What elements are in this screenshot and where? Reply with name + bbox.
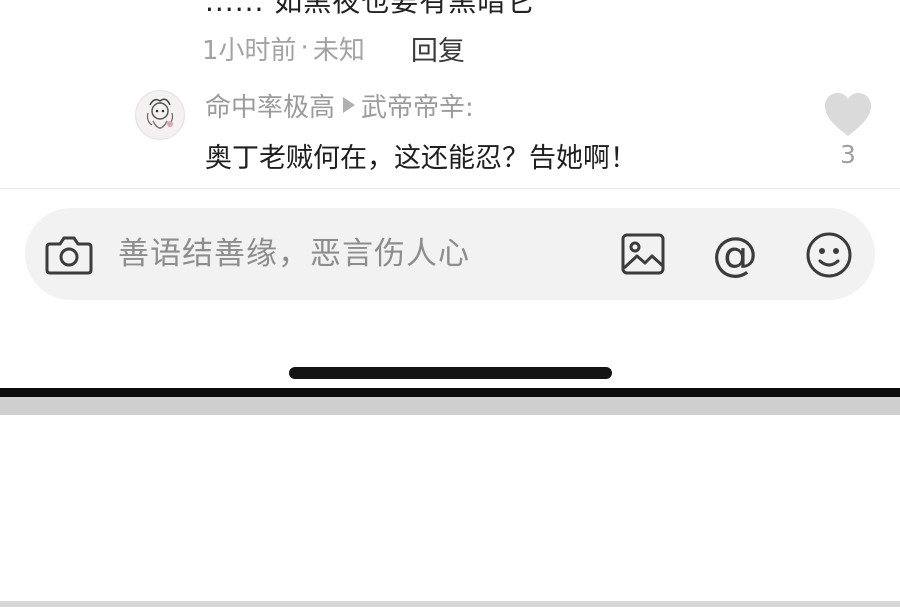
meta-separator: · bbox=[300, 33, 309, 63]
emoji-icon[interactable] bbox=[805, 231, 853, 279]
comment-body: 奥丁老贼何在，这还能忍？告她啊！ bbox=[205, 143, 637, 174]
avatar-image bbox=[137, 92, 183, 138]
reply-target[interactable]: 武帝帝辛: bbox=[361, 87, 474, 124]
reply-arrow-icon bbox=[343, 97, 356, 113]
device-frame-shadow bbox=[0, 397, 900, 415]
reply-button[interactable]: 回复 bbox=[411, 29, 465, 68]
comment-screen: ...... 如黑夜也要有黑暗它 1小时前 · 未知 回复 命中率极高 武帝帝辛… bbox=[0, 0, 900, 607]
comment-header: 命中率极高 武帝帝辛: bbox=[205, 86, 474, 124]
comment-input-bar[interactable]: 善语结善缘，恶言伤人心 @ bbox=[25, 208, 875, 300]
comment-location: 未知 bbox=[312, 35, 365, 66]
divider bbox=[0, 188, 900, 189]
camera-icon[interactable] bbox=[45, 232, 93, 276]
heart-icon[interactable] bbox=[822, 92, 874, 138]
comment-time: 1小时前 bbox=[202, 35, 297, 66]
blank-area bbox=[0, 415, 900, 601]
home-indicator[interactable] bbox=[289, 367, 612, 379]
comment-author[interactable]: 命中率极高 bbox=[205, 87, 335, 124]
comment-input[interactable]: 善语结善缘，恶言伤人心 bbox=[118, 230, 598, 278]
at-icon[interactable]: @ bbox=[710, 228, 760, 280]
device-frame-edge bbox=[0, 388, 900, 397]
previous-comment-meta: 1小时前 · 未知 回复 bbox=[202, 28, 465, 68]
bottom-divider bbox=[0, 601, 900, 607]
avatar[interactable] bbox=[135, 90, 185, 140]
like-count: 3 bbox=[840, 140, 856, 169]
previous-comment-text: ...... 如黑夜也要有黑暗它 bbox=[205, 0, 536, 18]
image-icon[interactable] bbox=[621, 232, 665, 276]
